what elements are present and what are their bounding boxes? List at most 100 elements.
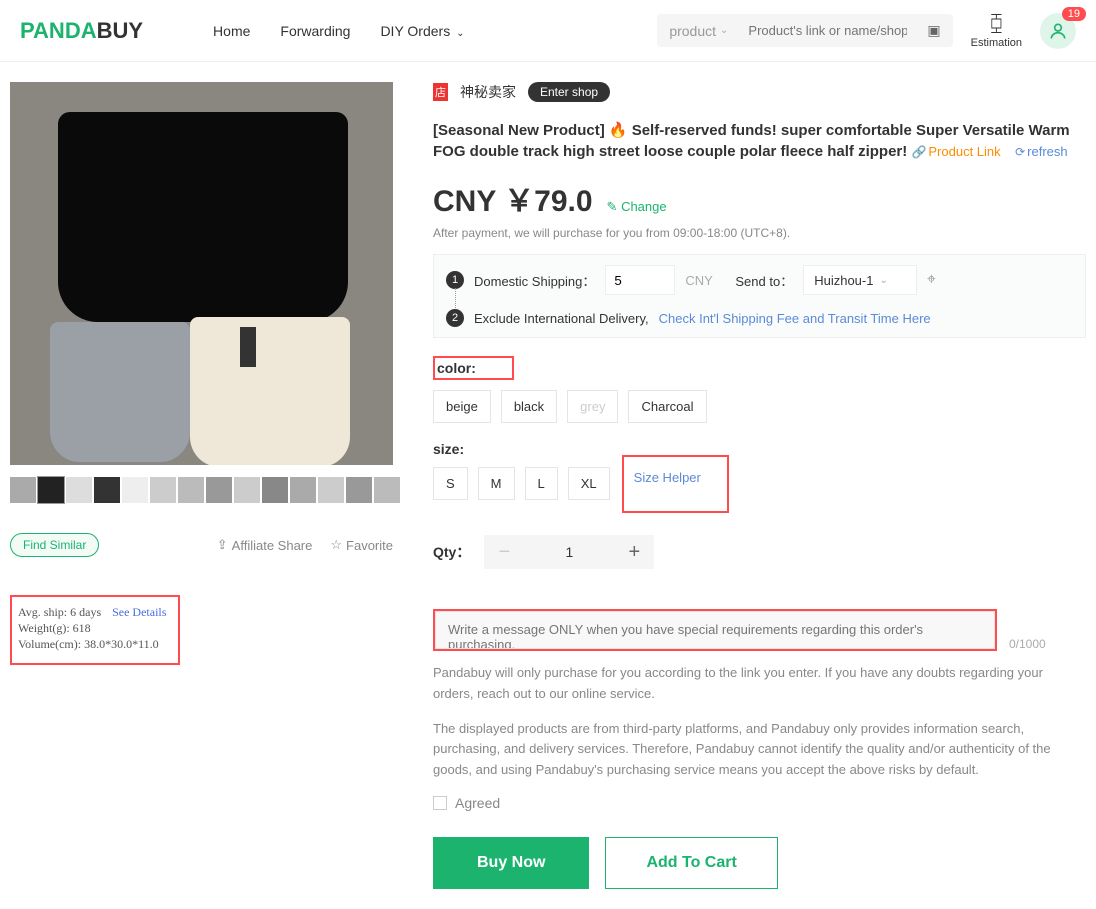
disclaimer-1: Pandabuy will only purchase for you acco… xyxy=(433,663,1086,705)
intl-shipping-link[interactable]: Check Int'l Shipping Fee and Transit Tim… xyxy=(659,311,931,326)
nav-diy[interactable]: DIY Orders ⌄ xyxy=(380,23,464,39)
shop-row: 店 神秘卖家 Enter shop xyxy=(433,82,1086,102)
location-icon[interactable]: ⌖ xyxy=(927,271,936,289)
thumbnail[interactable] xyxy=(178,477,204,503)
size-helper-link[interactable]: Size Helper xyxy=(634,470,701,485)
search-type-label: product xyxy=(669,23,716,39)
color-option-black[interactable]: black xyxy=(501,390,557,423)
step-1-badge: 1 xyxy=(446,271,464,289)
enter-shop-button[interactable]: Enter shop xyxy=(528,82,610,102)
thumbnail[interactable] xyxy=(38,477,64,503)
thumbnail[interactable] xyxy=(318,477,344,503)
thumbnail[interactable] xyxy=(94,477,120,503)
agree-label: Agreed xyxy=(455,795,500,811)
message-row: 0/1000 xyxy=(433,589,1086,651)
product-title: [Seasonal New Product] 🔥 Self-reserved f… xyxy=(433,120,1086,162)
affiliate-share-button[interactable]: ⇪ Affiliate Share xyxy=(217,537,313,553)
disclaimer-2: The displayed products are from third-pa… xyxy=(433,719,1086,781)
header: PANDABUY Home Forwarding DIY Orders ⌄ pr… xyxy=(0,0,1096,62)
cny-label: CNY xyxy=(685,273,725,288)
qty-stepper: − 1 + xyxy=(484,535,654,569)
weight-label: Weight(g): 618 xyxy=(18,621,172,636)
shop-name: 神秘卖家 xyxy=(460,82,516,102)
add-to-cart-button[interactable]: Add To Cart xyxy=(605,837,777,889)
price-value: CNY ￥79.0 xyxy=(433,176,593,220)
search-box: product ⌄ ▣ xyxy=(657,14,952,47)
link-icon: 🔗 xyxy=(911,145,926,159)
size-options: S M L XL xyxy=(433,467,610,500)
thumbnail[interactable] xyxy=(374,477,400,503)
left-actions: Find Similar ⇪ Affiliate Share ☆ Favorit… xyxy=(10,533,393,557)
thumbnail[interactable] xyxy=(346,477,372,503)
find-similar-button[interactable]: Find Similar xyxy=(10,533,99,557)
size-option-m[interactable]: M xyxy=(478,467,515,500)
size-option-l[interactable]: L xyxy=(525,467,558,500)
refresh-link[interactable]: refresh xyxy=(1027,144,1067,159)
change-label: Change xyxy=(621,199,667,214)
color-options: beige black grey Charcoal xyxy=(433,390,1086,423)
price-row: CNY ￥79.0 ✎ Change xyxy=(433,176,1086,220)
thumbnail[interactable] xyxy=(150,477,176,503)
thumbnail[interactable] xyxy=(234,477,260,503)
size-label: size: xyxy=(433,441,1086,457)
camera-icon[interactable]: ▣ xyxy=(915,14,952,47)
thumbnail[interactable] xyxy=(290,477,316,503)
shipping-fee-input[interactable] xyxy=(605,265,675,295)
exclude-intl-label: Exclude International Delivery, xyxy=(474,311,649,326)
size-helper-highlight: Size Helper xyxy=(622,455,729,513)
estimation-label: Estimation xyxy=(971,37,1022,49)
color-option-beige[interactable]: beige xyxy=(433,390,491,423)
chevron-down-icon: ⌄ xyxy=(720,25,728,36)
notification-badge: 19 xyxy=(1062,7,1086,21)
qty-label: Qty： xyxy=(433,542,470,562)
avg-ship-label: Avg. ship: 6 days xyxy=(18,605,101,619)
thumbnail[interactable] xyxy=(206,477,232,503)
see-details-link[interactable]: See Details xyxy=(112,605,166,619)
thumbnail[interactable] xyxy=(66,477,92,503)
qty-decrease-button[interactable]: − xyxy=(484,535,524,569)
chevron-down-icon: ⌄ xyxy=(456,28,464,39)
color-label: color: xyxy=(437,360,476,376)
nav-forwarding[interactable]: Forwarding xyxy=(280,23,350,39)
agree-row: Agreed xyxy=(433,795,1086,811)
color-option-grey: grey xyxy=(567,390,618,423)
domestic-shipping-row: 1 Domestic Shipping： CNY Send to： Huizho… xyxy=(446,265,1073,295)
change-link[interactable]: ✎ Change xyxy=(607,199,667,215)
product-image[interactable] xyxy=(10,82,393,465)
size-option-s[interactable]: S xyxy=(433,467,468,500)
calculator-icon: ⧮ xyxy=(990,12,1003,35)
size-row: S M L XL Size Helper xyxy=(433,467,1086,513)
search-input[interactable] xyxy=(740,15,915,46)
agree-checkbox[interactable] xyxy=(433,796,447,810)
thumbnail-strip xyxy=(10,477,393,503)
logo-buy: BUY xyxy=(97,18,143,43)
right-column: 店 神秘卖家 Enter shop [Seasonal New Product]… xyxy=(433,82,1086,889)
estimation-button[interactable]: ⧮ Estimation xyxy=(971,12,1022,49)
destination-value: Huizhou-1 xyxy=(814,273,873,288)
nav-diy-label: DIY Orders xyxy=(380,23,450,39)
thumbnail[interactable] xyxy=(262,477,288,503)
product-link[interactable]: Product Link xyxy=(928,144,1000,159)
volume-label: Volume(cm): 38.0*30.0*11.0 xyxy=(18,637,172,652)
share-icon: ⇪ xyxy=(217,537,228,553)
chevron-down-icon: ⌄ xyxy=(879,275,887,286)
qty-increase-button[interactable]: + xyxy=(614,535,654,569)
logo[interactable]: PANDABUY xyxy=(20,18,143,44)
affiliate-label: Affiliate Share xyxy=(232,538,313,553)
thumbnail[interactable] xyxy=(122,477,148,503)
destination-select[interactable]: Huizhou-1 ⌄ xyxy=(803,265,917,295)
size-option-xl[interactable]: XL xyxy=(568,467,610,500)
left-column: Find Similar ⇪ Affiliate Share ☆ Favorit… xyxy=(10,82,393,889)
cta-row: Buy Now Add To Cart xyxy=(433,837,1086,889)
favorite-label: Favorite xyxy=(346,538,393,553)
color-option-charcoal[interactable]: Charcoal xyxy=(628,390,706,423)
favorite-button[interactable]: ☆ Favorite xyxy=(330,537,393,553)
amount: 79.0 xyxy=(534,185,592,218)
thumbnail[interactable] xyxy=(10,477,36,503)
buy-now-button[interactable]: Buy Now xyxy=(433,837,589,889)
share-fav-group: ⇪ Affiliate Share ☆ Favorite xyxy=(217,537,393,553)
currency: CNY ￥ xyxy=(433,185,534,218)
search-type-select[interactable]: product ⌄ xyxy=(657,15,740,47)
nav-home[interactable]: Home xyxy=(213,23,250,39)
message-textarea[interactable] xyxy=(435,611,995,649)
